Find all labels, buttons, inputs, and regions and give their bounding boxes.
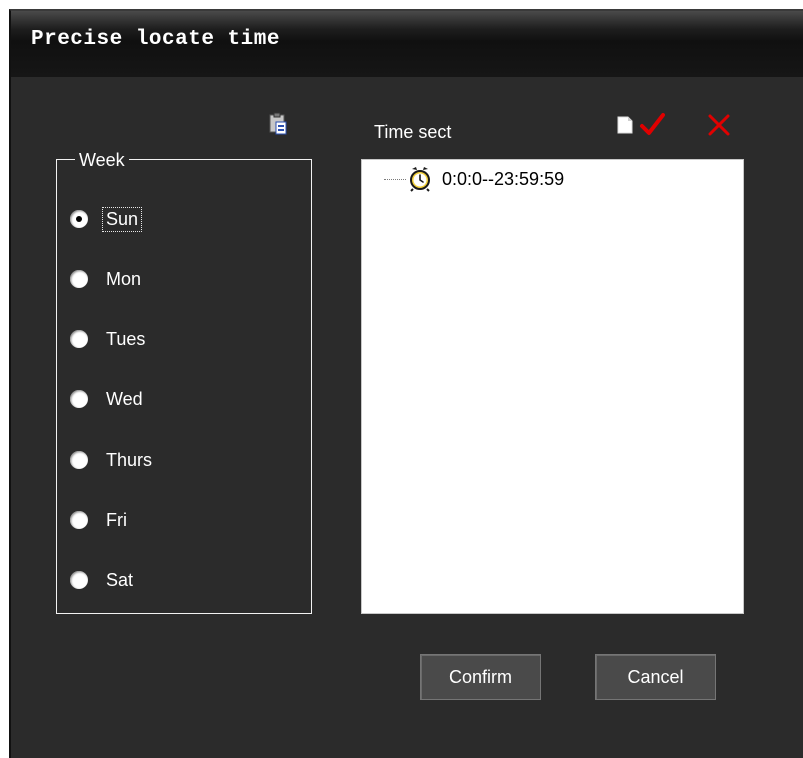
radio-button-checked-icon[interactable] — [70, 210, 88, 228]
radio-label-sat: Sat — [106, 569, 134, 590]
radio-button-icon[interactable] — [70, 511, 88, 529]
time-sect-label: Time sect — [374, 122, 452, 142]
radio-button-icon[interactable] — [70, 571, 88, 589]
dialog-title: Precise locate time — [31, 28, 280, 51]
radio-label-wed: Wed — [106, 388, 143, 409]
time-sect-tree[interactable]: 0:0:0--23:59:59 — [361, 159, 744, 614]
radio-label-sun: Sun — [101, 206, 143, 232]
title-bar: Precise locate time — [11, 11, 803, 77]
tree-connector-line — [384, 179, 406, 180]
radio-fri[interactable]: Fri — [70, 505, 130, 535]
cancel-button[interactable]: Cancel — [595, 654, 716, 700]
radio-mon[interactable]: Mon — [70, 264, 144, 294]
week-legend: Week — [75, 150, 129, 171]
time-range-text: 0:0:0--23:59:59 — [442, 168, 565, 189]
radio-label-mon: Mon — [106, 268, 142, 289]
radio-button-icon[interactable] — [70, 451, 88, 469]
radio-sat[interactable]: Sat — [70, 565, 136, 595]
new-document-icon[interactable] — [612, 112, 638, 138]
tree-item[interactable]: 0:0:0--23:59:59 — [408, 166, 564, 192]
delete-x-icon[interactable] — [706, 112, 732, 138]
radio-label-fri: Fri — [106, 509, 127, 530]
checkmark-icon[interactable] — [639, 112, 665, 138]
confirm-button[interactable]: Confirm — [420, 654, 541, 700]
radio-button-icon[interactable] — [70, 270, 88, 288]
radio-tues[interactable]: Tues — [70, 324, 148, 354]
radio-button-icon[interactable] — [70, 390, 88, 408]
clock-icon — [410, 167, 430, 192]
radio-label-tues: Tues — [106, 328, 146, 349]
radio-label-thurs: Thurs — [106, 449, 153, 470]
radio-thurs[interactable]: Thurs — [70, 445, 155, 475]
radio-button-icon[interactable] — [70, 330, 88, 348]
paste-icon[interactable] — [268, 112, 288, 136]
radio-sun[interactable]: Sun — [70, 204, 143, 234]
radio-wed[interactable]: Wed — [70, 384, 146, 414]
